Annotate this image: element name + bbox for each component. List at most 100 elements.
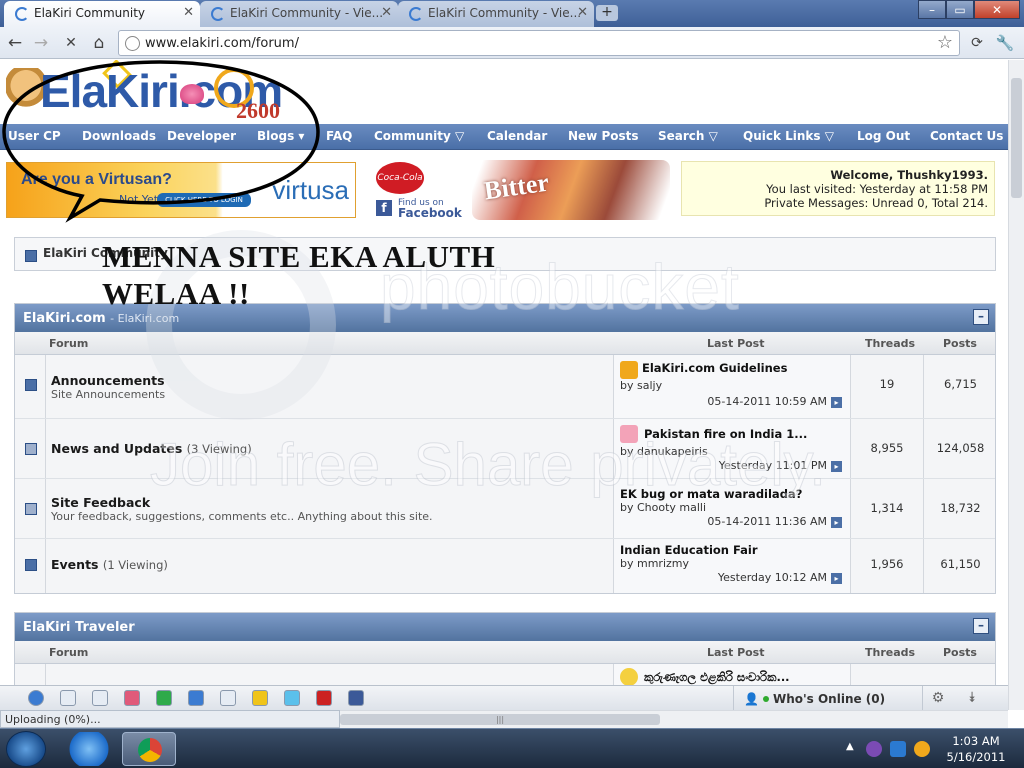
- nav-faq[interactable]: FAQ: [326, 129, 352, 143]
- page-icon[interactable]: [92, 690, 108, 706]
- last-post-author[interactable]: by danukapeiris: [620, 445, 708, 458]
- thread-count: 1,314: [870, 501, 904, 515]
- tab-close-icon[interactable]: ✕: [577, 5, 588, 20]
- nav-calendar[interactable]: Calendar: [487, 129, 547, 143]
- internet-explorer-icon[interactable]: [62, 732, 116, 766]
- nav-new-posts[interactable]: New Posts: [568, 129, 639, 143]
- nav-user-cp[interactable]: User CP: [8, 129, 61, 143]
- ad-login-button[interactable]: CLICK HERE TO LOGIN: [157, 193, 251, 207]
- twitter-icon[interactable]: [284, 690, 300, 706]
- nav-log-out[interactable]: Log Out: [857, 129, 910, 143]
- post-count: 18,732: [923, 479, 997, 538]
- drink-ad-image[interactable]: Bitter: [472, 160, 670, 220]
- tab-close-icon[interactable]: ✕: [183, 5, 194, 20]
- coke-facebook-ad[interactable]: Coca-Cola f Find us on Facebook: [374, 160, 462, 222]
- forum-section-title[interactable]: ElaKiri.com: [23, 311, 106, 326]
- minimize-button[interactable]: –: [918, 0, 946, 19]
- go-to-post-icon[interactable]: ▸: [831, 460, 842, 472]
- start-button[interactable]: [6, 731, 46, 767]
- clock-date: 5/16/2011: [946, 750, 1006, 764]
- stop-icon[interactable]: [124, 690, 140, 706]
- last-post-author[interactable]: by saljy: [620, 379, 662, 392]
- page-bottom-toolbar: 👤 Who's Online (0) ⚙ ⯯: [0, 685, 1008, 710]
- chrome-icon: [138, 738, 162, 762]
- last-post-title[interactable]: කුරුණෑගල එළකිරි සංචාරික...: [644, 670, 790, 685]
- last-post-title[interactable]: Pakistan fire on India 1...: [644, 427, 807, 441]
- virtusa-banner-ad[interactable]: Are you a Virtusan? Not Yet? CLICK HERE …: [6, 162, 356, 218]
- scroll-thumb[interactable]: [1011, 78, 1022, 198]
- system-clock[interactable]: 1:03 AM 5/16/2011: [938, 733, 1014, 765]
- volume-icon[interactable]: [914, 741, 930, 757]
- extension-icon[interactable]: ⟳: [966, 32, 988, 54]
- whos-online-button[interactable]: 👤 Who's Online (0): [733, 686, 923, 710]
- window-icon[interactable]: [60, 690, 76, 706]
- facebook-text: Find us on Facebook: [398, 198, 462, 220]
- nav-developer[interactable]: Developer: [167, 129, 236, 143]
- chrome-taskbar-button[interactable]: [122, 732, 176, 766]
- forum-name[interactable]: Announcements: [51, 373, 165, 388]
- go-to-post-icon[interactable]: ▸: [831, 516, 842, 528]
- last-post-author[interactable]: by mmrizmy: [620, 557, 689, 570]
- last-post-title[interactable]: ElaKiri.com Guidelines: [642, 361, 787, 375]
- new-tab-button[interactable]: +: [596, 5, 618, 21]
- forum-name[interactable]: News and Updates (3 Viewing): [51, 441, 252, 456]
- forum-name[interactable]: Site Feedback: [51, 495, 150, 510]
- vertical-scrollbar[interactable]: [1008, 60, 1024, 710]
- viewing-count: (3 Viewing): [186, 442, 252, 456]
- tab-label: ElaKiri Community - Vie...: [428, 6, 582, 20]
- tray-expand-icon[interactable]: ▲: [846, 741, 854, 752]
- collapse-down-icon[interactable]: ⯯: [964, 690, 980, 706]
- horizontal-scrollbar[interactable]: |||: [340, 710, 1008, 728]
- last-post-title[interactable]: EK bug or mata waradilada?: [620, 487, 802, 501]
- globe-icon[interactable]: [28, 690, 44, 706]
- site-logo[interactable]: ElaKiri.com 2600: [4, 60, 304, 124]
- row-divider: [45, 419, 46, 478]
- gear-icon[interactable]: ⚙: [930, 690, 946, 706]
- nav-downloads[interactable]: Downloads: [82, 129, 156, 143]
- forum-section-elakiri-traveler: ElaKiri Traveler – Forum Last Post Threa…: [14, 612, 996, 692]
- share-icon[interactable]: [156, 690, 172, 706]
- shocked-emoticon-icon: [620, 425, 638, 443]
- bookmark-star-icon[interactable]: ☆: [937, 32, 953, 53]
- forum-section-title[interactable]: ElaKiri Traveler: [23, 620, 135, 635]
- collapse-button[interactable]: –: [973, 618, 989, 634]
- facebook-name: Facebook: [398, 206, 462, 220]
- facebook-icon[interactable]: [348, 690, 364, 706]
- collapse-button[interactable]: –: [973, 309, 989, 325]
- tray-app-icon[interactable]: [866, 741, 882, 757]
- stop-button[interactable]: ✕: [60, 32, 82, 54]
- close-window-button[interactable]: ✕: [974, 0, 1020, 19]
- wrench-icon[interactable]: 🔧: [994, 32, 1016, 54]
- forum-name-text: News and Updates: [51, 441, 183, 456]
- last-post-author[interactable]: by Chooty malli: [620, 501, 706, 514]
- forward-button[interactable]: →: [30, 32, 52, 54]
- row-divider: [45, 479, 46, 538]
- tab-elakiri-view-3[interactable]: ElaKiri Community - Vie... ✕: [398, 1, 594, 27]
- tab-elakiri-community[interactable]: ElaKiri Community ✕: [4, 1, 200, 27]
- youtube-icon[interactable]: [316, 690, 332, 706]
- back-button[interactable]: ←: [4, 32, 26, 54]
- nav-quick-links[interactable]: Quick Links ▽: [743, 129, 834, 143]
- private-messages[interactable]: Private Messages: Unread 0, Total 214.: [682, 196, 988, 210]
- tab-elakiri-view-2[interactable]: ElaKiri Community - Vie... ✕: [200, 1, 398, 27]
- last-post-title[interactable]: Indian Education Fair: [620, 543, 758, 557]
- nav-search[interactable]: Search ▽: [658, 129, 718, 143]
- hscroll-thumb[interactable]: |||: [340, 714, 660, 725]
- forum-name[interactable]: Events (1 Viewing): [51, 557, 168, 572]
- up-arrow-icon[interactable]: [188, 690, 204, 706]
- chat-icon[interactable]: [220, 690, 236, 706]
- network-icon[interactable]: [890, 741, 906, 757]
- maximize-button[interactable]: ▭: [946, 0, 974, 19]
- go-to-post-icon[interactable]: ▸: [831, 396, 842, 408]
- go-to-post-icon[interactable]: ▸: [831, 572, 842, 584]
- facebook-icon: f: [376, 200, 392, 216]
- last-post-date-text: Yesterday 11:01 PM: [718, 459, 827, 472]
- nav-contact-us[interactable]: Contact Us: [930, 129, 1003, 143]
- home-button[interactable]: ⌂: [88, 32, 110, 54]
- radiation-icon[interactable]: [252, 690, 268, 706]
- nav-blogs[interactable]: Blogs ▾: [257, 129, 304, 143]
- url-input[interactable]: [145, 34, 925, 52]
- address-bar[interactable]: ☆: [118, 30, 960, 56]
- nav-community[interactable]: Community ▽: [374, 129, 464, 143]
- tab-close-icon[interactable]: ✕: [381, 5, 392, 20]
